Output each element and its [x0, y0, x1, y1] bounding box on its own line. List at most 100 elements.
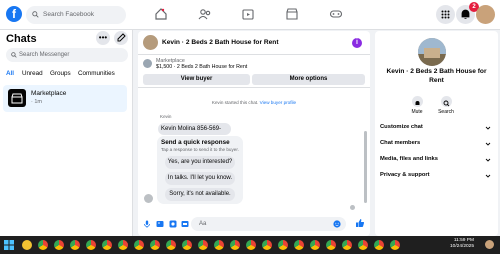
- info-panel-title: Kevin · 2 Beds 2 Bath House for Rent: [375, 67, 498, 85]
- chrome-icon[interactable]: [54, 240, 64, 250]
- search-icon: [440, 96, 452, 107]
- facebook-search-input[interactable]: Search Facebook: [26, 6, 126, 24]
- thumbs-up-icon[interactable]: [355, 218, 365, 228]
- message-bubble: Kevin Molina 856-569-4234: [158, 123, 231, 144]
- chevron-down-icon: [485, 126, 491, 130]
- chrome-icon[interactable]: [246, 240, 256, 250]
- search-label: Search: [438, 109, 454, 115]
- quick-response-interested[interactable]: Yes, are you interested?: [165, 156, 235, 169]
- system-tray-clock[interactable]: 11:59 PM 10/24/2025: [450, 238, 474, 250]
- chrome-icon[interactable]: [358, 240, 368, 250]
- notifications-button[interactable]: 2: [456, 2, 479, 24]
- media-files-links-item[interactable]: Media, files and links: [380, 156, 493, 166]
- chat-title[interactable]: Kevin · 2 Beds 2 Bath House for Rent: [162, 39, 279, 46]
- ellipsis-icon: •••: [98, 33, 108, 42]
- chrome-icon[interactable]: [166, 240, 176, 250]
- scrollbar[interactable]: [364, 131, 367, 203]
- messenger-search-input[interactable]: Search Messenger: [6, 48, 128, 62]
- quick-response-subtitle: Tap a response to send it to the buyer.: [161, 147, 239, 152]
- listing-detail[interactable]: $1,500 · 2 Beds 2 Bath House for Rent: [156, 64, 247, 70]
- chrome-icon[interactable]: [86, 240, 96, 250]
- privacy-support-label: Privacy & support: [380, 172, 430, 178]
- chrome-icon[interactable]: [182, 240, 192, 250]
- customize-chat-label: Customize chat: [380, 124, 423, 130]
- microphone-icon[interactable]: [143, 220, 151, 228]
- chat-avatar[interactable]: [143, 35, 158, 50]
- chrome-icon[interactable]: [102, 240, 112, 250]
- info-panel-title-line2: Rent: [429, 77, 444, 84]
- message-input[interactable]: Aa: [191, 217, 346, 231]
- view-buyer-button[interactable]: View buyer: [143, 74, 250, 85]
- chrome-icon[interactable]: [150, 240, 160, 250]
- windows-start-icon[interactable]: [4, 240, 14, 250]
- chrome-icon[interactable]: [230, 240, 240, 250]
- conversation-item-marketplace[interactable]: Marketplace · 1m: [3, 85, 127, 112]
- chrome-icon[interactable]: [198, 240, 208, 250]
- chrome-icon[interactable]: [294, 240, 304, 250]
- chrome-icon[interactable]: [390, 240, 400, 250]
- marketplace-icon[interactable]: [241, 7, 255, 21]
- grid-menu-icon: [441, 10, 450, 19]
- sender-avatar: [144, 194, 153, 203]
- chat-started-notice: Kevin started this chat. View buyer prof…: [138, 100, 370, 105]
- tab-all[interactable]: All: [6, 70, 14, 77]
- emoji-icon[interactable]: [333, 220, 341, 228]
- chevron-down-icon: [485, 158, 491, 162]
- sender-name: Kevin: [160, 114, 172, 119]
- chrome-icon[interactable]: [38, 240, 48, 250]
- account-controls: 2: [436, 2, 495, 25]
- view-buyer-profile-link[interactable]: View buyer profile: [260, 100, 296, 105]
- conversation-panel: Kevin · 2 Beds 2 Bath House for Rent i M…: [138, 31, 370, 236]
- friends-icon[interactable]: [198, 7, 212, 21]
- top-navigation-bar: f Search Facebook 2: [0, 0, 500, 30]
- facebook-logo[interactable]: f: [6, 6, 22, 22]
- search-in-conversation-button[interactable]: Search: [435, 96, 457, 115]
- chrome-icon[interactable]: [134, 240, 144, 250]
- listing-avatar: [418, 38, 446, 66]
- clock-date: 10/24/2025: [449, 244, 474, 249]
- sticker-icon[interactable]: [169, 220, 177, 228]
- chrome-icon[interactable]: [278, 240, 288, 250]
- tab-unread[interactable]: Unread: [22, 70, 43, 77]
- info-icon[interactable]: i: [352, 38, 362, 48]
- chrome-icon[interactable]: [214, 240, 224, 250]
- chrome-icon[interactable]: [326, 240, 336, 250]
- more-options-button[interactable]: •••: [96, 31, 110, 45]
- home-icon[interactable]: [154, 7, 168, 21]
- chrome-icon[interactable]: [342, 240, 352, 250]
- tab-communities[interactable]: Communities: [78, 70, 115, 77]
- search-icon: [11, 52, 17, 58]
- chat-members-label: Chat members: [380, 140, 421, 146]
- privacy-support-item[interactable]: Privacy & support: [380, 172, 493, 182]
- quick-response-not-available[interactable]: Sorry, it's not available.: [165, 188, 235, 201]
- taskbar-avatar[interactable]: [485, 240, 494, 249]
- chat-started-text: Kevin started this chat.: [211, 100, 259, 105]
- menu-button[interactable]: [436, 5, 455, 24]
- chrome-icon[interactable]: [310, 240, 320, 250]
- chats-sidebar: Chats ••• Search Messenger All Unread Gr…: [0, 30, 133, 236]
- info-panel-title-line1: Kevin · 2 Beds 2 Bath House for: [386, 68, 487, 75]
- gaming-icon[interactable]: [329, 7, 343, 21]
- gif-icon[interactable]: [181, 220, 189, 228]
- photo-icon[interactable]: [156, 220, 164, 228]
- chrome-icon[interactable]: [374, 240, 384, 250]
- search-icon: [32, 11, 39, 18]
- store-icon[interactable]: [285, 7, 299, 21]
- conversation-info-panel: Kevin · 2 Beds 2 Bath House for Rent Mut…: [375, 31, 498, 236]
- chrome-icon[interactable]: [262, 240, 272, 250]
- chrome-icon[interactable]: [118, 240, 128, 250]
- chats-title: Chats: [6, 33, 37, 45]
- new-message-button[interactable]: [114, 31, 128, 45]
- message-input-placeholder: Aa: [199, 221, 207, 227]
- quick-response-title: Send a quick response: [161, 139, 230, 146]
- mute-button[interactable]: Mute: [406, 96, 428, 115]
- profile-avatar[interactable]: [476, 5, 495, 24]
- chat-members-item[interactable]: Chat members: [380, 140, 493, 150]
- more-options-button[interactable]: More options: [252, 74, 365, 85]
- chat-header: Kevin · 2 Beds 2 Bath House for Rent i: [138, 31, 370, 55]
- tab-groups[interactable]: Groups: [50, 70, 71, 77]
- file-explorer-icon[interactable]: [22, 240, 32, 250]
- chrome-icon[interactable]: [70, 240, 80, 250]
- customize-chat-item[interactable]: Customize chat: [380, 124, 493, 134]
- quick-response-in-talks[interactable]: In talks. I'll let you know.: [165, 172, 235, 185]
